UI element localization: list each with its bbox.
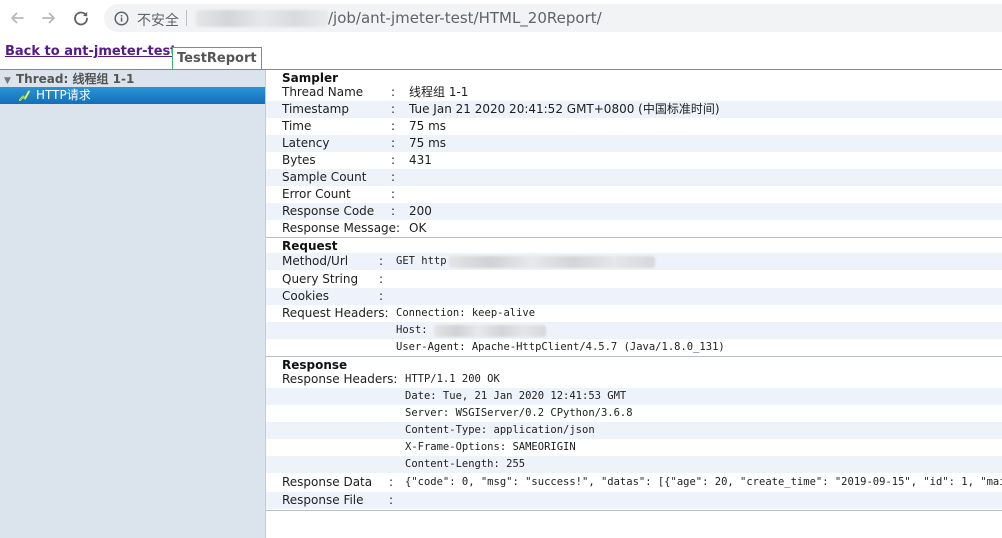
request-row-colon: :: [379, 272, 384, 286]
sampler-row-label: Sample Count: [282, 170, 367, 184]
response-row-colon: :: [389, 493, 394, 507]
sampler-row-value: 75 ms: [409, 119, 447, 133]
request-method-label: Method/Url: [282, 254, 349, 268]
request-method-value: GET http: [396, 255, 447, 267]
sampler-row-value: OK: [409, 221, 427, 235]
response-header-line: HTTP/1.1 200 OK: [405, 373, 500, 385]
sampler-row-value: Tue Jan 21 2020 20:41:52 GMT+0800 (中国标准时…: [409, 102, 720, 116]
sampler-row-label: Response Message:: [282, 221, 401, 235]
sampler-row-colon: :: [391, 102, 396, 116]
sampler-row-label: Bytes: [282, 153, 316, 167]
blurred-url: [449, 256, 655, 268]
back-to-project-link[interactable]: Back to ant-jmeter-test: [5, 44, 177, 59]
blurred-host-value: [434, 325, 546, 337]
sampler-row-value: 线程组 1-1: [409, 85, 469, 99]
blurred-host: [196, 10, 328, 27]
sample-tree: ▼ Thread: 线程组 1-1 HTTP请求: [0, 70, 266, 538]
sampler-row-colon: :: [391, 85, 396, 99]
request-row-colon: :: [379, 289, 384, 303]
response-header-line: Content-Type: application/json: [405, 424, 595, 436]
tree-sample-label: HTTP请求: [36, 88, 91, 102]
request-headers-row: Request Headers: Connection: keep-alive: [266, 305, 1002, 322]
response-headers-row: Content-Type: application/json: [266, 422, 1002, 439]
address-bar[interactable]: 不安全 /job/ant-jmeter-test/HTML_20Report/: [104, 4, 1002, 32]
request-headers-row: Host:: [266, 322, 1002, 339]
response-headers-row: Content-Length: 255: [266, 456, 1002, 473]
sampler-row-label: Response Code: [282, 204, 375, 218]
sampler-row: Response Message: : OK: [266, 220, 1002, 237]
sampler-row-label: Timestamp: [282, 102, 349, 116]
section-divider: [266, 510, 1002, 511]
request-cookies-row: Cookies :: [266, 288, 1002, 305]
request-headers-row: User-Agent: Apache-HttpClient/4.5.7 (Jav…: [266, 339, 1002, 356]
arrow-right-icon: [42, 12, 55, 24]
request-header-line: Host:: [396, 324, 428, 336]
sampler-row-label: Time: [282, 119, 312, 133]
response-data-row: Response Data : {"code": 0, "msg": "succ…: [266, 474, 1002, 491]
response-header-line: Content-Length: 255: [405, 458, 526, 470]
response-file-label: Response File: [282, 493, 364, 507]
section-divider: [266, 356, 1002, 357]
sample-details: Sampler Thread Name : 线程组 1-1 Timestamp …: [266, 70, 1002, 538]
sampler-row: Timestamp : Tue Jan 21 2020 20:41:52 GMT…: [266, 101, 1002, 118]
security-status[interactable]: 不安全: [137, 10, 179, 30]
sampler-row-label: Thread Name: [282, 85, 364, 99]
sampler-row-value: 431: [409, 153, 432, 167]
tree-thread-node[interactable]: ▼ Thread: 线程组 1-1: [4, 71, 134, 87]
forward-button[interactable]: [37, 6, 61, 30]
sampler-row-colon: :: [391, 136, 396, 150]
tree-sample-node[interactable]: HTTP请求: [0, 87, 265, 104]
request-headers-label: Request Headers:: [282, 306, 389, 320]
request-header-line: User-Agent: Apache-HttpClient/4.5.7 (Jav…: [396, 341, 725, 353]
browser-toolbar: 不安全 /job/ant-jmeter-test/HTML_20Report/: [0, 0, 1002, 36]
response-headers-row: Date: Tue, 21 Jan 2020 12:41:53 GMT: [266, 388, 1002, 405]
sampler-row-value: 75 ms: [409, 136, 447, 150]
response-headers-row: Response Headers: HTTP/1.1 200 OK: [266, 371, 1002, 388]
sampler-row-colon: :: [391, 187, 396, 201]
sample-success-icon: [19, 90, 30, 101]
sampler-row: Bytes : 431: [266, 152, 1002, 169]
response-data-value: {"code": 0, "msg": "success!", "datas": …: [405, 476, 1002, 488]
response-data-label: Response Data: [282, 475, 373, 489]
sampler-row-label: Error Count: [282, 187, 351, 201]
sampler-row-colon: :: [391, 153, 396, 167]
sampler-row: Response Code : 200: [266, 203, 1002, 220]
url-path[interactable]: /job/ant-jmeter-test/HTML_20Report/: [328, 9, 602, 27]
response-header-line: Date: Tue, 21 Jan 2020 12:41:53 GMT: [405, 390, 627, 402]
back-button[interactable]: [5, 6, 29, 30]
response-headers-row: Server: WSGIServer/0.2 CPython/3.6.8: [266, 405, 1002, 422]
sampler-row-colon: :: [391, 204, 396, 218]
response-header-line: X-Frame-Options: SAMEORIGIN: [405, 441, 576, 453]
request-query-row: Query String :: [266, 271, 1002, 288]
request-title: Request: [282, 239, 338, 253]
sampler-row: Thread Name : 线程组 1-1: [266, 84, 1002, 101]
tree-thread-label: Thread: 线程组 1-1: [16, 72, 135, 86]
request-header-line: Connection: keep-alive: [396, 307, 536, 319]
sampler-row-colon: :: [391, 170, 396, 184]
section-divider: [266, 237, 1002, 238]
response-row-colon: :: [389, 475, 394, 489]
response-header-line: Server: WSGIServer/0.2 CPython/3.6.8: [405, 407, 633, 419]
sampler-row: Sample Count :: [266, 169, 1002, 186]
reload-icon: [74, 11, 88, 26]
sampler-row-colon: :: [391, 119, 396, 133]
reload-button[interactable]: [69, 6, 93, 30]
response-headers-label: Response Headers:: [282, 372, 398, 386]
sampler-row: Error Count :: [266, 186, 1002, 203]
sampler-row: Latency : 75 ms: [266, 135, 1002, 152]
request-query-label: Query String: [282, 272, 359, 286]
response-headers-row: X-Frame-Options: SAMEORIGIN: [266, 439, 1002, 456]
request-method-row: Method/Url : GET http: [266, 253, 1002, 270]
tab-test-report[interactable]: TestReport: [172, 47, 262, 69]
response-file-row: Response File :: [266, 492, 1002, 509]
arrow-left-icon: [11, 12, 24, 24]
address-separator: [186, 10, 187, 26]
sampler-row: Time : 75 ms: [266, 118, 1002, 135]
request-row-colon: :: [379, 254, 384, 268]
sampler-row-value: 200: [409, 204, 432, 218]
sampler-row-label: Latency: [282, 136, 330, 150]
request-cookies-label: Cookies: [282, 289, 329, 303]
info-icon[interactable]: [114, 11, 129, 26]
